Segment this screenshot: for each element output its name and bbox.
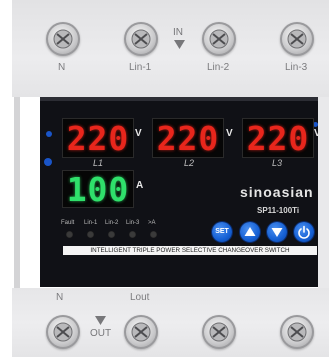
set-button-label: SET [215,228,229,235]
screw-icon [53,322,73,342]
voltage-display-l1: 220 [62,118,134,158]
up-button[interactable] [240,222,260,242]
channel-label-l2: L2 [184,158,195,168]
voltage-reading-l1: 220 [66,118,130,158]
brand-name: sinoasian [240,184,314,200]
terminal-label-lin3: Lin-3 [285,62,308,73]
terminal-screw-lout[interactable] [124,315,158,349]
unit-v-l2: V [226,128,233,139]
decor-dot [46,131,52,137]
terminal-label-lin2: Lin-2 [207,62,230,73]
channel-label-l3: L3 [272,158,283,168]
terminal-screw-lin3[interactable] [280,22,314,56]
output-marker: OUT [90,328,112,339]
screw-icon [131,322,151,342]
down-arrow-icon [174,40,185,49]
model-number: SP11-100Ti [257,206,300,215]
unit-v-l3: V [314,128,321,139]
current-reading: 100 [66,169,130,209]
terminal-label-lout: Lout [130,292,150,303]
terminal-screw-n-out[interactable] [46,315,80,349]
indicator-label-lin3: Lin-3 [126,220,140,226]
set-button[interactable]: SET [212,222,232,242]
terminal-screw-bottom-3[interactable] [202,315,236,349]
terminal-label-lin1: Lin-1 [129,62,152,73]
screw-icon [53,29,73,49]
triangle-down-icon [271,228,283,237]
decor-dot [44,158,52,166]
voltage-display-l2: 220 [152,118,224,158]
unit-v-l1: V [135,128,142,139]
indicator-label-lin2: Lin-2 [105,220,119,226]
down-arrow-icon [95,316,106,325]
voltage-display-l3: 220 [242,118,314,158]
led-lin1 [87,231,94,238]
screw-icon [209,29,229,49]
terminal-screw-lin1[interactable] [124,22,158,56]
unit-a: A [136,180,144,191]
right-housing-edge [318,97,329,288]
screw-icon [209,322,229,342]
voltage-reading-l2: 220 [156,118,220,158]
triangle-up-icon [244,227,256,236]
voltage-reading-l3: 220 [246,118,310,158]
screw-icon [131,29,151,49]
current-display: 100 [62,169,134,209]
led-overcurrent [150,231,157,238]
screw-icon [287,322,307,342]
power-icon [298,225,310,239]
led-lin2 [108,231,115,238]
terminal-label-n: N [58,62,66,73]
input-marker: IN [173,27,183,38]
down-button[interactable] [267,222,287,242]
terminal-screw-lin2[interactable] [202,22,236,56]
indicator-label-fault: Fault [61,220,75,226]
power-button[interactable] [294,222,314,242]
screw-icon [287,29,307,49]
indicator-label-overcurrent: >A [148,220,156,226]
terminal-label-n-out: N [56,292,64,303]
led-lin3 [129,231,136,238]
side-rail [14,97,20,288]
terminal-screw-bottom-4[interactable] [280,315,314,349]
channel-label-l1: L1 [93,158,104,168]
product-description-banner: INTELLIGENT TRIPLE POWER SELECTIVE CHANG… [63,246,317,255]
changeover-switch-device: IN N Lin-1 Lin-2 Lin-3 220 V L1 220 V L2… [0,0,329,357]
terminal-screw-n-in[interactable] [46,22,80,56]
indicator-label-lin1: Lin-1 [84,220,98,226]
led-fault [66,231,73,238]
